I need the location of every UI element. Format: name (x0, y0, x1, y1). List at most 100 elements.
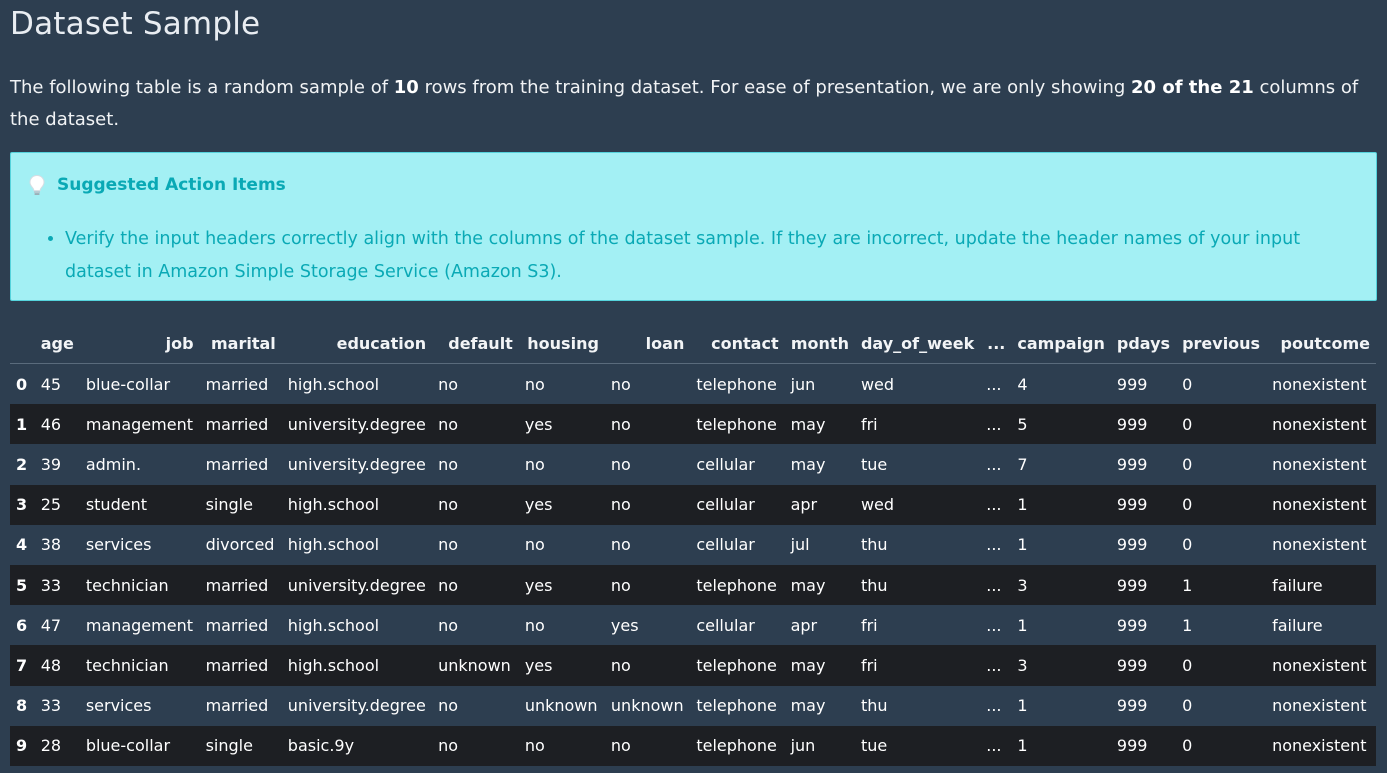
cell-marital: married (199, 404, 282, 445)
cell-day-of-week: fri (854, 605, 981, 646)
cell-education: high.school (281, 645, 433, 686)
cell-poutcome: failure (1266, 605, 1376, 646)
cell-loan: no (604, 564, 691, 606)
cell-ellipsis: ... (980, 725, 1012, 766)
cell-job: technician (79, 564, 200, 606)
cell-day-of-week: wed (854, 484, 981, 525)
cell-campaign: 1 (1011, 524, 1111, 565)
cell-loan: no (604, 484, 691, 525)
header-ellipsis: ... (980, 323, 1012, 364)
cell-ellipsis: ... (980, 363, 1012, 405)
table-row: 1 46 management married university.degree no y… (10, 404, 1376, 445)
cell-pdays: 999 (1110, 605, 1177, 646)
cell-poutcome: nonexistent (1266, 645, 1376, 686)
cell-default: no (432, 725, 519, 766)
cell-job: student (79, 484, 200, 525)
cell-previous: 1 (1176, 564, 1267, 606)
cell-campaign: 4 (1011, 363, 1111, 405)
cell-education: high.school (281, 484, 433, 525)
cell-index: 3 (10, 484, 35, 525)
cell-loan: unknown (604, 685, 691, 726)
cell-default: no (432, 404, 519, 445)
header-loan: loan (604, 323, 691, 364)
cell-pdays: 999 (1110, 645, 1177, 686)
cell-marital: married (199, 605, 282, 646)
cell-index: 5 (10, 564, 35, 606)
cell-previous: 0 (1176, 645, 1267, 686)
cell-index: 9 (10, 725, 35, 766)
cell-campaign: 1 (1011, 685, 1111, 726)
header-job: job (79, 323, 200, 364)
cell-campaign: 5 (1011, 404, 1111, 445)
cell-day-of-week: thu (854, 524, 981, 565)
cell-housing: no (518, 605, 605, 646)
cell-index: 2 (10, 444, 35, 485)
cell-marital: single (199, 484, 282, 525)
cell-loan: no (604, 363, 691, 405)
header-pdays: pdays (1110, 323, 1177, 364)
cell-pdays: 999 (1110, 363, 1177, 405)
cell-loan: yes (604, 605, 691, 646)
header-previous: previous (1176, 323, 1267, 364)
cell-loan: no (604, 404, 691, 445)
cell-loan: no (604, 444, 691, 485)
page-title: Dataset Sample (10, 6, 261, 42)
header-age: age (34, 323, 80, 364)
cell-marital: single (199, 725, 282, 766)
cell-education: university.degree (281, 564, 433, 606)
cell-pdays: 999 (1110, 725, 1177, 766)
cell-day-of-week: tue (854, 444, 981, 485)
cell-campaign: 1 (1011, 725, 1111, 766)
cell-month: may (784, 404, 855, 445)
cell-loan: no (604, 524, 691, 565)
table-row: 7 48 technician married high.school unknown ye… (10, 645, 1376, 686)
cell-age: 33 (34, 685, 80, 726)
cell-job: blue-collar (79, 363, 200, 405)
cell-default: no (432, 685, 519, 726)
cell-marital: married (199, 645, 282, 686)
cell-education: university.degree (281, 404, 433, 445)
cell-month: may (784, 564, 855, 606)
action-items-list: Verify the input headers correctly align… (31, 223, 1355, 289)
cell-default: no (432, 444, 519, 485)
header-education: education (281, 323, 433, 364)
cell-age: 38 (34, 524, 80, 565)
cell-default: no (432, 564, 519, 606)
cell-index: 1 (10, 404, 35, 445)
table-row: 9 28 blue-collar single basic.9y no no no teleph… (10, 725, 1376, 766)
cell-marital: married (199, 685, 282, 726)
cell-job: admin. (79, 444, 200, 485)
cell-previous: 0 (1176, 484, 1267, 525)
cell-day-of-week: tue (854, 725, 981, 766)
cell-month: may (784, 645, 855, 686)
cell-job: services (79, 685, 200, 726)
cell-index: 8 (10, 685, 35, 726)
cell-age: 47 (34, 605, 80, 646)
header-month: month (784, 323, 855, 364)
cell-loan: no (604, 645, 691, 686)
cell-age: 39 (34, 444, 80, 485)
cell-campaign: 7 (1011, 444, 1111, 485)
table-row: 0 45 blue-collar married high.school no no no te… (10, 363, 1376, 405)
table-row: 3 25 student single high.school no yes no cellul… (10, 484, 1376, 525)
cell-housing: no (518, 725, 605, 766)
cell-pdays: 999 (1110, 444, 1177, 485)
cell-campaign: 1 (1011, 484, 1111, 525)
cell-job: services (79, 524, 200, 565)
header-marital: marital (199, 323, 282, 364)
cell-age: 46 (34, 404, 80, 445)
table-row: 2 39 admin. married university.degree no no no c… (10, 444, 1376, 485)
cell-campaign: 3 (1011, 564, 1111, 606)
cell-ellipsis: ... (980, 564, 1012, 606)
cell-education: university.degree (281, 444, 433, 485)
cell-ellipsis: ... (980, 685, 1012, 726)
cell-housing: no (518, 524, 605, 565)
cell-previous: 0 (1176, 685, 1267, 726)
header-default: default (432, 323, 519, 364)
cell-education: basic.9y (281, 725, 433, 766)
cell-index: 4 (10, 524, 35, 565)
cell-poutcome: nonexistent (1266, 484, 1376, 525)
cell-pdays: 999 (1110, 524, 1177, 565)
cell-education: high.school (281, 363, 433, 405)
cell-age: 45 (34, 363, 80, 405)
